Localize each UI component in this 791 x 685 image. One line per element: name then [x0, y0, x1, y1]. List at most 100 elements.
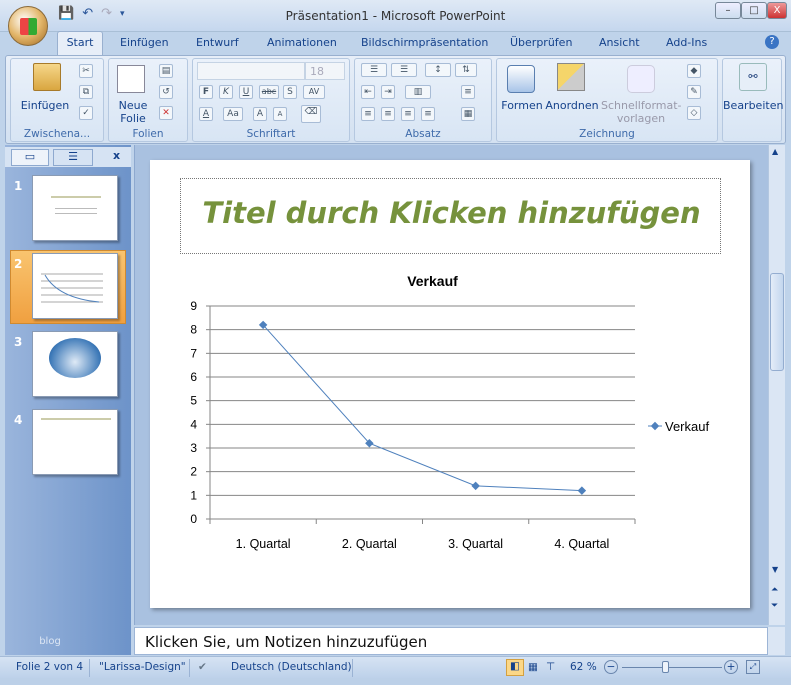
shape-outline-icon[interactable]: ✎: [687, 85, 701, 99]
italic-button[interactable]: K: [219, 85, 233, 99]
zoom-slider-thumb[interactable]: [661, 661, 669, 673]
paste-button[interactable]: Einfügen: [15, 99, 75, 112]
align-text-icon[interactable]: ≡: [461, 85, 475, 99]
underline-button[interactable]: U: [239, 85, 253, 99]
new-slide-label-2[interactable]: Folie: [111, 112, 155, 125]
zoom-out-icon[interactable]: −: [604, 660, 618, 674]
shadow-button[interactable]: S: [283, 85, 297, 99]
slides-tab-icon[interactable]: ▭: [11, 149, 49, 166]
group-clipboard: Einfügen ✂ ⧉ ✓ Zwischena...: [10, 58, 104, 142]
increase-indent-icon[interactable]: ⇥: [381, 85, 395, 99]
quick-styles-label-1[interactable]: Schnellformat-: [601, 99, 682, 112]
outline-tab-icon[interactable]: ☰: [53, 149, 93, 166]
font-name-select[interactable]: [197, 62, 305, 80]
slide-canvas: Titel durch Klicken hinzufügen Verkauf 0 1…: [150, 160, 750, 608]
zoom-slider-track[interactable]: [622, 667, 722, 668]
notes-placeholder[interactable]: Klicken Sie, um Notizen hinzuzufügen: [145, 633, 427, 651]
tab-entwurf[interactable]: Entwurf: [196, 36, 239, 49]
shapes-button[interactable]: Formen: [499, 99, 545, 112]
shapes-icon[interactable]: [507, 65, 535, 93]
reset-icon[interactable]: ↺: [159, 85, 173, 99]
quick-styles-icon[interactable]: [627, 65, 655, 93]
new-slide-icon[interactable]: [117, 65, 145, 93]
numbering-icon[interactable]: ☰: [391, 63, 417, 77]
shrink-font-button[interactable]: A: [273, 107, 287, 121]
align-right-icon[interactable]: ≡: [401, 107, 415, 121]
vertical-scrollbar[interactable]: ▲ ▼ ⏶ ⏷: [768, 145, 785, 625]
zoom-level[interactable]: 62 %: [570, 661, 597, 673]
bullets-icon[interactable]: ☰: [361, 63, 387, 77]
zoom-in-icon[interactable]: +: [724, 660, 738, 674]
arrange-icon[interactable]: [557, 63, 585, 91]
slide-sorter-icon[interactable]: ▦: [528, 661, 538, 673]
maximize-button[interactable]: □: [741, 2, 767, 19]
line-chart[interactable]: Verkauf 0 1 2 3 4 5 6 7 8 9 1. Quartal 2. Quartal 3. …: [150, 160, 750, 608]
previous-slide-icon[interactable]: ⏶: [771, 585, 778, 595]
delete-slide-icon[interactable]: ✕: [159, 106, 173, 120]
text-direction-icon[interactable]: ⇅: [455, 63, 477, 77]
layout-icon[interactable]: ▤: [159, 64, 173, 78]
scroll-down-icon[interactable]: ▼: [772, 565, 778, 574]
slideshow-icon[interactable]: ⊤: [546, 661, 555, 673]
copy-icon[interactable]: ⧉: [79, 85, 93, 99]
align-center-icon[interactable]: ≡: [381, 107, 395, 121]
language[interactable]: Deutsch (Deutschland): [231, 661, 352, 673]
strikethrough-button[interactable]: abc: [259, 85, 279, 99]
binoculars-icon[interactable]: ⚯: [739, 63, 767, 91]
next-slide-icon[interactable]: ⏷: [771, 601, 778, 611]
tab-ansicht[interactable]: Ansicht: [599, 36, 640, 49]
justify-icon[interactable]: ≡: [421, 107, 435, 121]
paste-icon[interactable]: [33, 63, 61, 91]
chart-thumbnail: [41, 273, 103, 303]
scrollbar-thumb[interactable]: [770, 273, 784, 371]
font-color-button[interactable]: A: [199, 107, 213, 121]
font-size-select[interactable]: 18: [305, 62, 345, 80]
close-button[interactable]: X: [767, 2, 787, 19]
slide-number: 3: [14, 335, 23, 349]
slide-thumbnail-1[interactable]: [32, 175, 118, 241]
window-bottom-edge: [0, 678, 791, 685]
tab-ueberpruefen[interactable]: Überprüfen: [510, 36, 572, 49]
shape-effects-icon[interactable]: ◇: [687, 106, 701, 120]
slide-thumbnail-3[interactable]: [32, 331, 118, 397]
char-spacing-button[interactable]: AV: [303, 85, 325, 99]
arrange-button[interactable]: Anordnen: [545, 99, 599, 112]
line-spacing-icon[interactable]: ↕: [425, 63, 451, 77]
y-tick-label: 6: [190, 370, 197, 384]
minimize-button[interactable]: –: [715, 2, 741, 19]
fit-to-window-icon[interactable]: ⤢: [746, 660, 760, 674]
new-slide-label-1[interactable]: Neue: [111, 99, 155, 112]
change-case-button[interactable]: Aa: [223, 107, 243, 121]
tab-start[interactable]: Start: [57, 31, 103, 55]
tab-animationen[interactable]: Animationen: [267, 36, 337, 49]
align-left-icon[interactable]: ≡: [361, 107, 375, 121]
shape-fill-icon[interactable]: ◆: [687, 64, 701, 78]
smartart-icon[interactable]: ▦: [461, 107, 475, 121]
decrease-indent-icon[interactable]: ⇤: [361, 85, 375, 99]
bold-button[interactable]: F: [199, 85, 213, 99]
tab-bildschirmpraesentation[interactable]: Bildschirmpräsentation: [361, 36, 488, 49]
normal-view-icon[interactable]: ◧: [506, 659, 524, 676]
group-label-paragraph: Absatz: [405, 128, 441, 140]
theme-name[interactable]: "Larissa-Design": [99, 661, 186, 673]
spellcheck-icon[interactable]: ✔: [198, 661, 207, 673]
clear-formatting-icon[interactable]: ⌫: [301, 105, 321, 123]
notes-pane[interactable]: Klicken Sie, um Notizen hinzuzufügen: [134, 627, 768, 655]
scroll-up-icon[interactable]: ▲: [772, 147, 778, 156]
format-painter-icon[interactable]: ✓: [79, 106, 93, 120]
group-label-font: Schriftart: [246, 128, 296, 140]
quick-styles-label-2[interactable]: vorlagen: [601, 112, 681, 125]
editing-button[interactable]: Bearbeiten: [723, 99, 783, 112]
help-icon[interactable]: ?: [765, 35, 779, 49]
columns-icon[interactable]: ▥: [405, 85, 431, 99]
grow-font-button[interactable]: A: [253, 107, 267, 121]
cut-icon[interactable]: ✂: [79, 64, 93, 78]
tab-einfuegen[interactable]: Einfügen: [120, 36, 169, 49]
notes-scrollbar[interactable]: [768, 627, 785, 655]
office-button[interactable]: [8, 6, 48, 46]
slide-thumbnail-4[interactable]: [32, 409, 118, 475]
status-bar: Folie 2 von 4 "Larissa-Design" ✔ Deutsch…: [0, 656, 791, 678]
tab-add-ins[interactable]: Add-Ins: [666, 36, 707, 49]
close-pane-button[interactable]: x: [113, 149, 120, 162]
slide-thumbnail-2[interactable]: [32, 253, 118, 319]
